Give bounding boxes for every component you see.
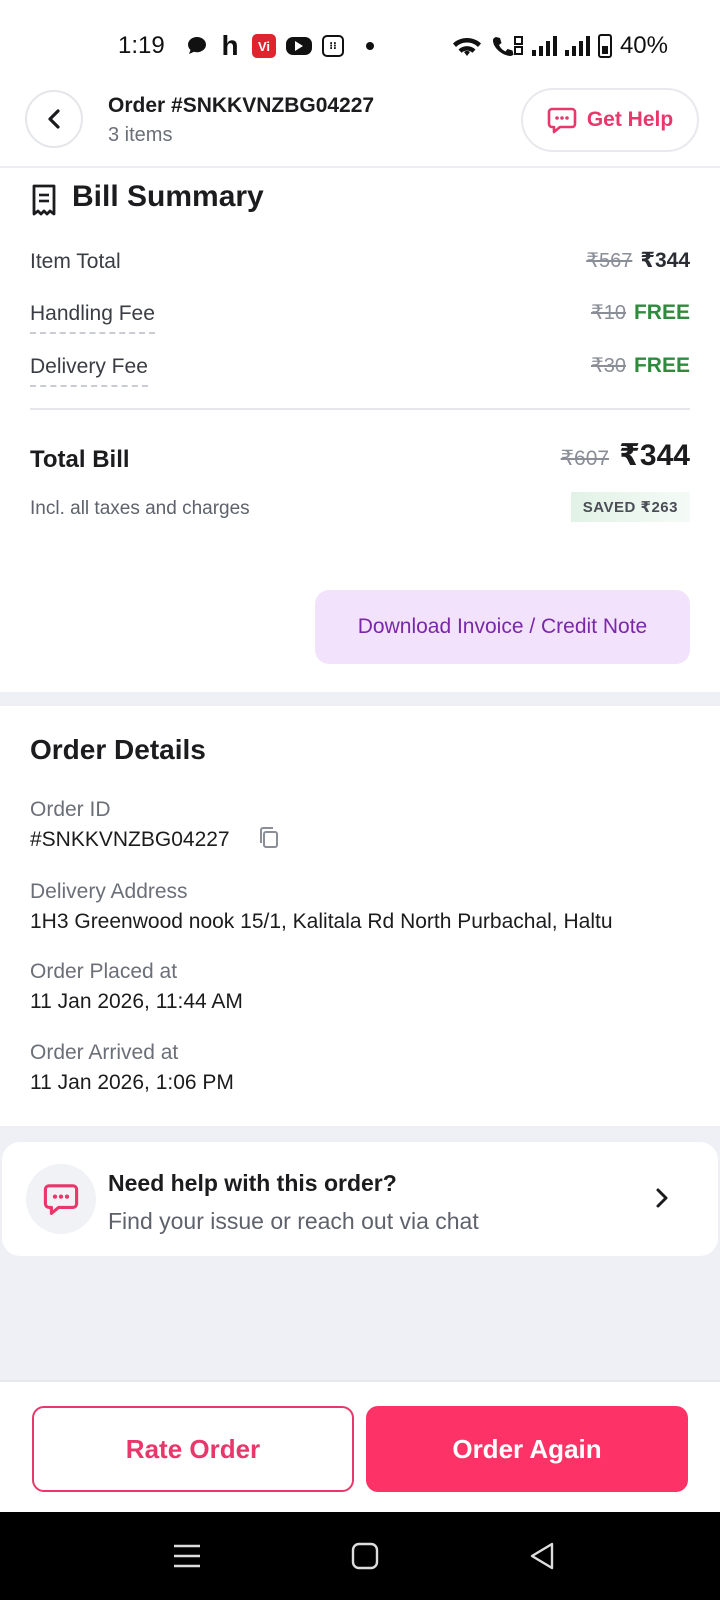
notification-icons: h Vi ⁝⁝	[186, 30, 374, 61]
download-invoice-button[interactable]: Download Invoice / Credit Note	[315, 590, 690, 664]
need-help-card[interactable]: Need help with this order? Find your iss…	[2, 1142, 718, 1256]
chevron-left-icon	[48, 109, 60, 129]
calculator-icon: ⁝⁝	[322, 35, 344, 57]
order-id-label: Order ID	[30, 798, 111, 821]
total-bill-label: Total Bill	[30, 446, 130, 473]
help-card-subtitle: Find your issue or reach out via chat	[108, 1208, 479, 1234]
h-app-icon: h	[221, 30, 239, 61]
taxes-note: Incl. all taxes and charges	[30, 498, 250, 519]
total-original-price: ₹607	[560, 447, 610, 470]
section-separator	[0, 692, 720, 706]
get-help-button[interactable]: Get Help	[521, 88, 699, 152]
action-footer: Rate Order Order Again	[0, 1380, 720, 1512]
battery-percent: 40%	[619, 32, 668, 59]
wifi-icon	[452, 38, 481, 56]
bill-row-label[interactable]: Handling Fee	[30, 302, 155, 334]
bill-row-label[interactable]: Delivery Fee	[30, 355, 148, 387]
home-icon[interactable]	[348, 1540, 382, 1572]
bill-row-label: Item Total	[30, 250, 121, 273]
copy-icon[interactable]	[258, 826, 280, 850]
delivery-address-value: 1H3 Greenwood nook 15/1, Kalitala Rd Nor…	[30, 910, 613, 933]
order-placed-label: Order Placed at	[30, 960, 178, 983]
bill-row-handling-fee: Handling Fee ₹10 FREE	[30, 294, 690, 334]
battery-icon	[597, 34, 612, 58]
status-bar: 1:19 h Vi ⁝⁝ 40%	[0, 0, 720, 90]
order-details-section: Order Details Order ID #SNKKVNZBG04227 D…	[0, 706, 720, 1126]
system-icons: 40%	[452, 32, 668, 60]
chevron-right-icon	[656, 1188, 668, 1208]
free-label: FREE	[633, 301, 690, 324]
order-arrived-value: 11 Jan 2026, 1:06 PM	[30, 1071, 234, 1094]
signal-icon	[531, 36, 557, 56]
order-item-count: 3 items	[108, 124, 173, 146]
status-time: 1:19	[118, 32, 165, 59]
order-placed-value: 11 Jan 2026, 11:44 AM	[30, 990, 243, 1013]
total-bill-value: ₹607 ₹344	[561, 438, 690, 473]
back-nav-icon[interactable]	[526, 1540, 560, 1572]
bill-row-value: ₹10 FREE	[591, 300, 690, 325]
system-nav-bar	[0, 1512, 720, 1600]
total-final-price: ₹344	[619, 439, 690, 472]
chat-support-icon	[26, 1164, 96, 1234]
chat-support-icon	[547, 107, 577, 134]
bill-summary-title: Bill Summary	[72, 180, 264, 213]
help-card-title: Need help with this order?	[108, 1170, 397, 1196]
original-price: ₹30	[591, 355, 626, 377]
bill-divider	[30, 408, 690, 410]
saved-badge: SAVED ₹263	[570, 492, 690, 522]
rate-order-button[interactable]: Rate Order	[32, 1406, 354, 1492]
volte-call-icon	[492, 36, 523, 56]
bill-row-value: ₹567 ₹344	[586, 248, 690, 273]
delivery-address-label: Delivery Address	[30, 880, 188, 903]
order-details-title: Order Details	[30, 734, 206, 765]
order-title: Order #SNKKVNZBG04227	[108, 94, 375, 117]
youtube-icon	[286, 37, 312, 55]
receipt-icon	[32, 184, 56, 216]
chat-bubble-icon	[188, 37, 206, 54]
back-button[interactable]	[25, 90, 83, 148]
free-label: FREE	[633, 354, 690, 377]
order-arrived-label: Order Arrived at	[30, 1041, 179, 1064]
dot-icon	[366, 42, 374, 50]
menu-icon[interactable]	[170, 1540, 204, 1572]
bill-row-delivery-fee: Delivery Fee ₹30 FREE	[30, 347, 690, 387]
original-price: ₹10	[591, 302, 626, 324]
get-help-label: Get Help	[586, 108, 674, 131]
bill-row-value: ₹30 FREE	[591, 353, 690, 378]
order-id-value: #SNKKVNZBG04227	[30, 828, 230, 851]
original-price: ₹567	[586, 250, 633, 272]
order-header: Order #SNKKVNZBG04227 3 items Get Help	[0, 86, 720, 168]
signal-icon	[564, 36, 590, 56]
bill-summary-section: Bill Summary Item Total ₹567 ₹344 Handli…	[0, 170, 720, 692]
bill-row-item-total: Item Total ₹567 ₹344	[30, 242, 690, 282]
order-again-button[interactable]: Order Again	[366, 1406, 688, 1492]
vi-app-icon: Vi	[252, 34, 276, 58]
final-price: ₹344	[640, 249, 690, 272]
